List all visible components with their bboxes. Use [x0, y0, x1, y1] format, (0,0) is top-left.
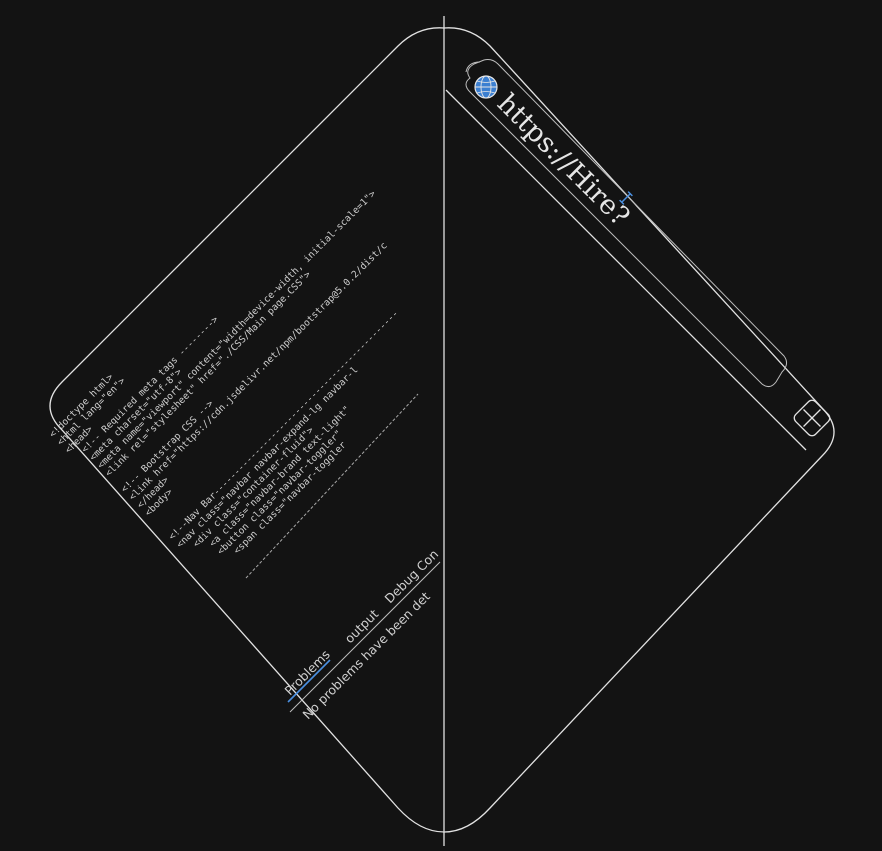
code-editor[interactable]: <!doctype html><html lang="en"><head><!-… — [47, 188, 401, 557]
panel-top-border — [289, 561, 441, 713]
sketch-canvas: https://Hire? <!doctype html><html lang=… — [47, 16, 835, 846]
panel-tabs: ProblemsoutputDebug Con — [282, 546, 442, 698]
problems-panel: ProblemsoutputDebug Con No problems have… — [282, 546, 442, 722]
tab-debug-con[interactable]: Debug Con — [382, 546, 442, 606]
browser-toolbar-divider — [445, 89, 807, 451]
globe-icon — [474, 75, 498, 99]
close-icon — [803, 409, 821, 427]
close-button[interactable] — [792, 398, 832, 438]
device-outline — [49, 27, 835, 833]
url-input[interactable]: https://Hire? — [491, 88, 635, 232]
